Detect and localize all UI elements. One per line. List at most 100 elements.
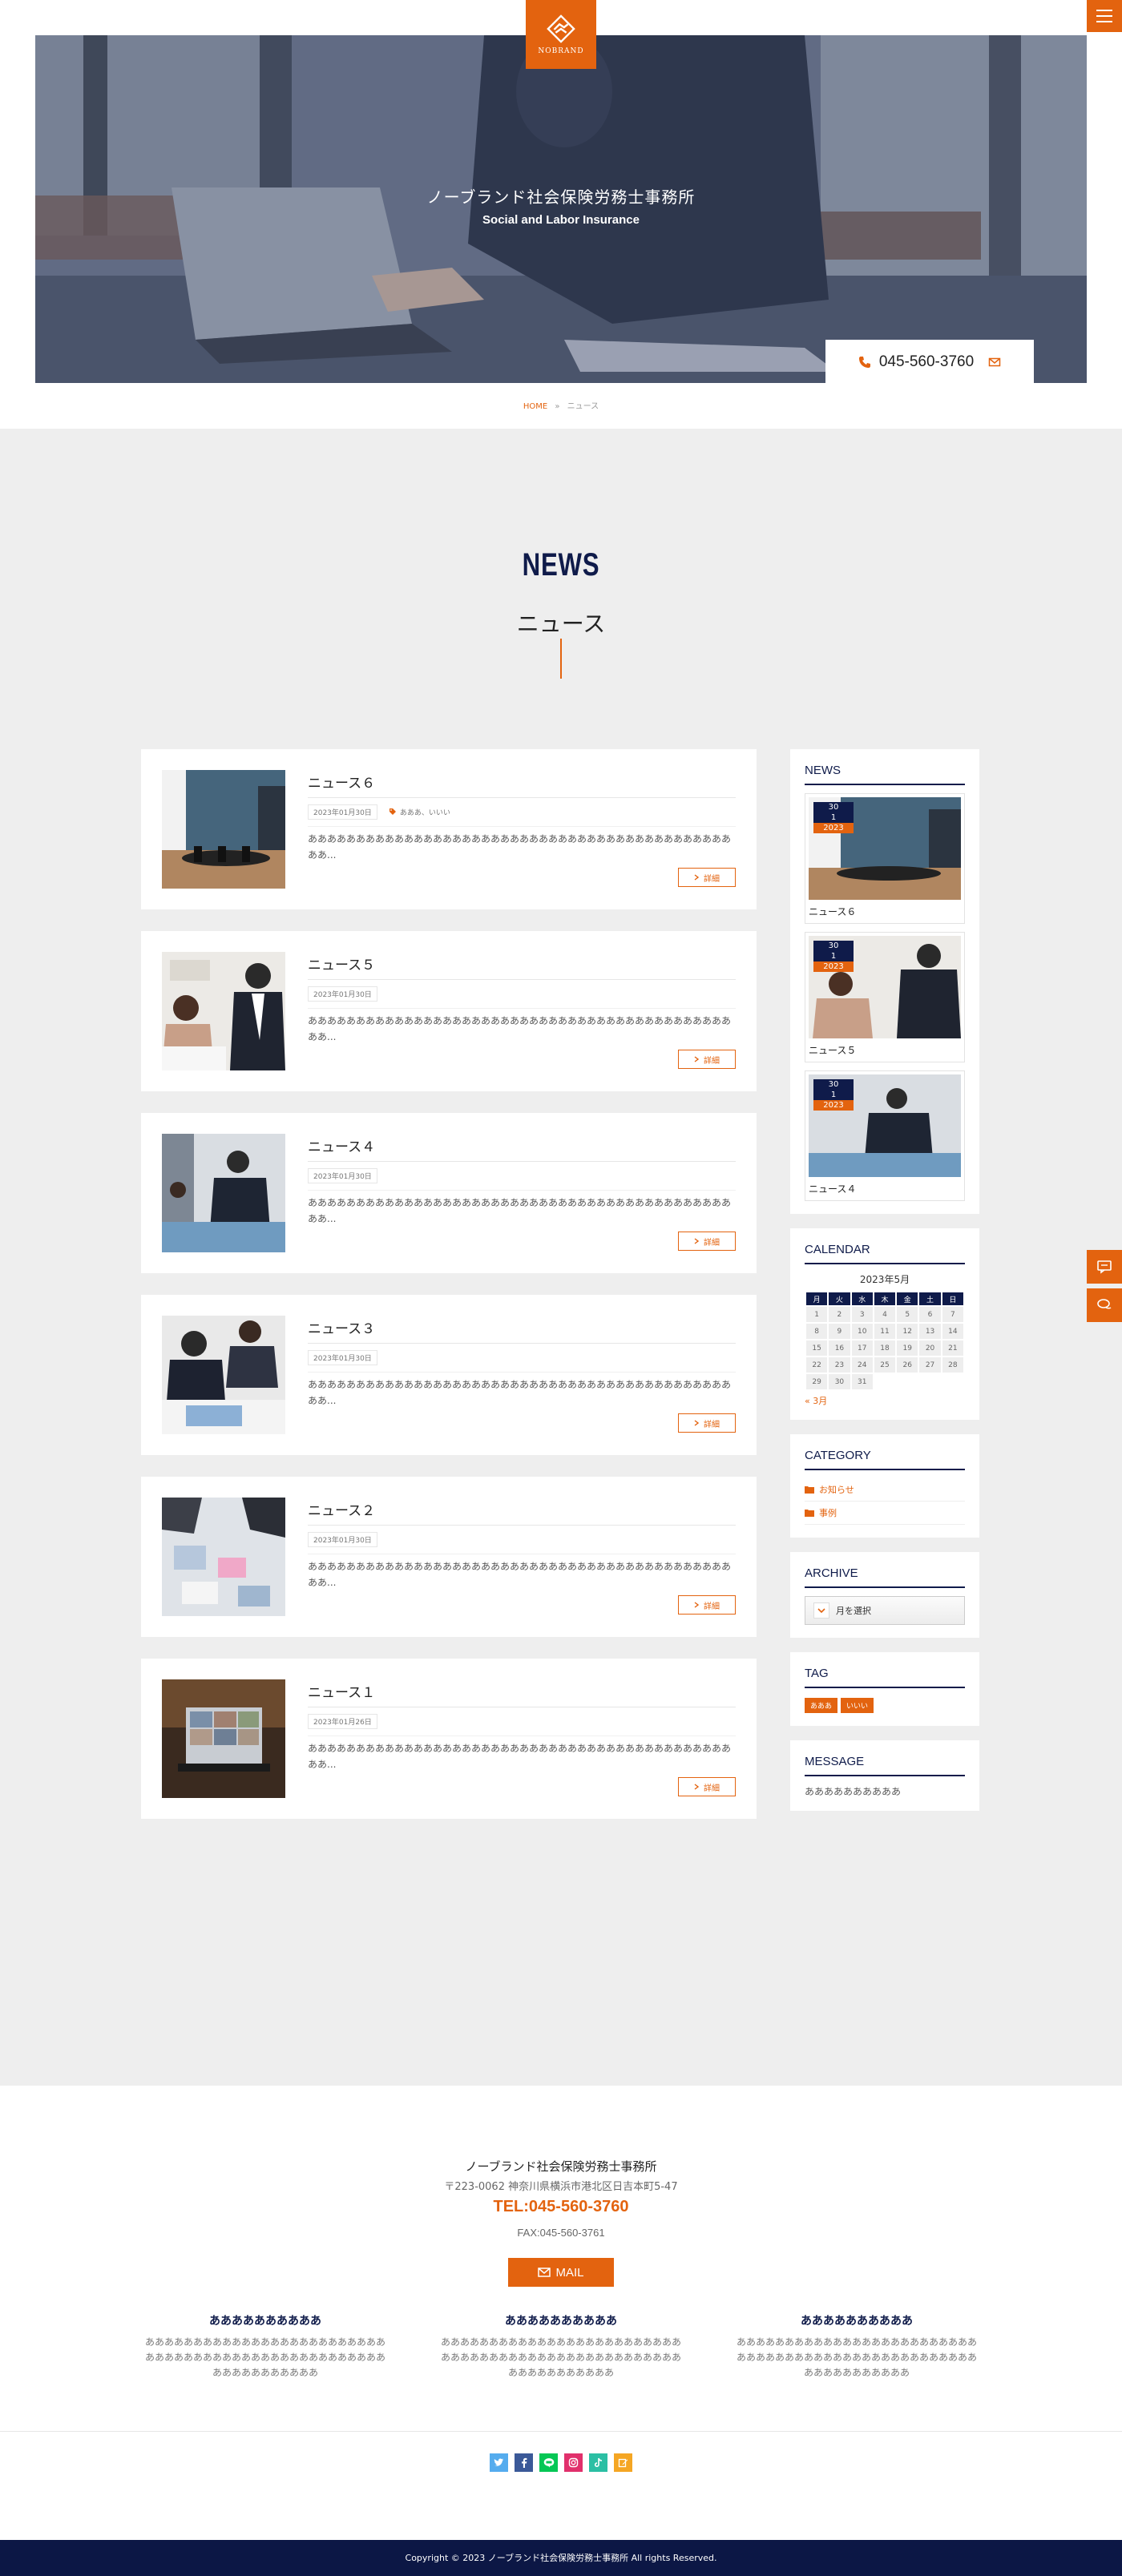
chevron-right-icon — [694, 1420, 699, 1426]
site-logo[interactable]: NOBRAND — [526, 0, 596, 69]
note-icon[interactable] — [614, 2453, 632, 2472]
calendar-table: 月火水木金土日 1 2 3 4 5 6 7 8 9 10 11 12 13 14 15 16 17 18 19 20 2… — [804, 1291, 966, 1391]
post-thumbnail[interactable] — [162, 1134, 285, 1252]
tiktok-icon[interactable] — [589, 2453, 607, 2472]
calendar-day: 1 — [804, 1305, 829, 1324]
hero-office-image — [35, 35, 1087, 383]
post-thumbnail[interactable] — [162, 1316, 285, 1434]
comment-icon — [1097, 1299, 1112, 1309]
widget-title: CALENDAR — [805, 1243, 965, 1264]
hero-subtitle: Social and Labor Insurance — [482, 213, 640, 227]
post-title-link[interactable]: ニュース２ — [308, 1499, 375, 1519]
post-more-button[interactable]: 詳細 — [678, 1777, 736, 1796]
post-more-button[interactable]: 詳細 — [678, 868, 736, 887]
floating-comment-button[interactable] — [1087, 1288, 1122, 1322]
post-thumbnail[interactable] — [162, 952, 285, 1070]
post-tag-label: あああ、いいい — [399, 808, 450, 817]
widget-title: CATEGORY — [805, 1449, 965, 1470]
calendar-day: 10 — [850, 1322, 874, 1340]
footer-column: ああああああああああ あああああああああああああああああああああああああああああ… — [733, 2312, 981, 2380]
calendar-day: 20 — [918, 1339, 942, 1357]
tag-chip[interactable]: あああ — [805, 1698, 838, 1713]
post-title-link[interactable]: ニュース１ — [308, 1681, 375, 1701]
post-title-link[interactable]: ニュース５ — [308, 953, 375, 974]
footer-column-text: ああああああああああああああああああああああああああああああああああああああああ… — [440, 2336, 681, 2378]
calendar-day: 22 — [804, 1356, 829, 1374]
chevron-right-icon — [694, 874, 699, 881]
footer-fax: FAX:045-560-3761 — [517, 2227, 605, 2239]
calendar-day: 17 — [850, 1339, 874, 1357]
category-link[interactable]: お知らせ — [805, 1478, 965, 1502]
breadcrumb-home-link[interactable]: HOME — [523, 402, 547, 411]
discussion-image — [162, 1316, 285, 1434]
post-thumbnail[interactable] — [162, 1679, 285, 1798]
calendar-day: 21 — [940, 1339, 966, 1357]
calendar-weekday: 木 — [872, 1291, 898, 1307]
calendar-day: 9 — [827, 1322, 852, 1340]
post-title-link[interactable]: ニュース４ — [308, 1135, 375, 1155]
sidebar-news-item[interactable]: 30 1 2023 ニュース６ — [805, 793, 965, 924]
footer-mail-button[interactable]: MAIL — [508, 2258, 614, 2287]
calendar-day: 31 — [850, 1373, 874, 1391]
sidebar-news-title: ニュース６ — [809, 906, 857, 917]
calendar-day: 3 — [850, 1305, 874, 1324]
post-tag-link[interactable]: あああ、いいい — [389, 807, 450, 817]
chevron-right-icon — [694, 1784, 699, 1790]
news-section: NEWS ニュース ニュース６ 2023年01月30日 あああ、いいい ああああ… — [0, 429, 1122, 2086]
folder-icon — [805, 1510, 814, 1517]
twitter-icon[interactable] — [490, 2453, 508, 2472]
calendar-day: 11 — [872, 1322, 898, 1340]
facebook-icon[interactable] — [515, 2453, 533, 2472]
tag-chip[interactable]: いいい — [841, 1698, 874, 1713]
sidebar-news-title: ニュース４ — [809, 1183, 857, 1195]
post-date: 2023年01月30日 — [308, 1531, 377, 1547]
tag-widget: TAG あああ いいい — [790, 1652, 979, 1726]
hero-title: ノーブランド社会保険労務士事務所 — [426, 187, 696, 207]
chevron-right-icon — [694, 1056, 699, 1062]
instagram-icon[interactable] — [564, 2453, 583, 2472]
post-thumbnail[interactable] — [162, 1498, 285, 1616]
social-links — [0, 2432, 1122, 2540]
widget-title: MESSAGE — [805, 1755, 965, 1776]
header-mail-link[interactable] — [988, 356, 1001, 369]
breadcrumb-separator: » — [555, 402, 560, 411]
calendar-day: 8 — [804, 1322, 829, 1340]
post-more-button[interactable]: 詳細 — [678, 1413, 736, 1433]
post-excerpt: ああああああああああああああああああああああああああああああああああああああああ… — [308, 1379, 732, 1406]
section-title-divider — [560, 639, 562, 679]
calendar-prev-month-link[interactable]: « 3月 — [805, 1394, 827, 1407]
header-contact-box: 045-560-3760 — [825, 340, 1034, 385]
archive-month-select[interactable]: 月を選択 — [805, 1596, 965, 1625]
header-tel-link[interactable]: 045-560-3760 — [879, 353, 974, 371]
sidebar-news-date: 30 1 2023 — [813, 802, 854, 833]
calendar-day: 29 — [804, 1373, 829, 1391]
documents-table-image — [162, 1498, 285, 1616]
floating-chat-button[interactable] — [1087, 1250, 1122, 1284]
chevron-right-icon — [694, 1602, 699, 1608]
post-title-link[interactable]: ニュース３ — [308, 1317, 375, 1337]
tag-icon — [389, 808, 396, 815]
sidebar-news-item[interactable]: 30 1 2023 ニュース５ — [805, 932, 965, 1062]
section-title-en: NEWS — [522, 547, 600, 583]
footer-column-title: ああああああああああ — [801, 2315, 913, 2328]
calendar-day: 30 — [827, 1373, 852, 1391]
calendar-day: 13 — [918, 1322, 942, 1340]
post-card: ニュース６ 2023年01月30日 あああ、いいい ああああああああああああああ… — [141, 749, 757, 909]
handshake-logo-icon — [547, 14, 575, 43]
chevron-right-icon — [694, 1238, 699, 1244]
post-more-button[interactable]: 詳細 — [678, 1595, 736, 1615]
calendar-day: 18 — [872, 1339, 898, 1357]
footer-tel-link[interactable]: TEL:045-560-3760 — [0, 2198, 1122, 2216]
hero-banner: ノーブランド社会保険労務士事務所 Social and Labor Insura… — [35, 35, 1087, 383]
phone-icon — [858, 357, 870, 368]
post-more-button[interactable]: 詳細 — [678, 1232, 736, 1251]
sidebar-news-item[interactable]: 30 1 2023 ニュース４ — [805, 1070, 965, 1201]
post-thumbnail[interactable] — [162, 770, 285, 889]
line-icon[interactable] — [539, 2453, 558, 2472]
post-date: 2023年01月30日 — [308, 1167, 377, 1183]
post-title-link[interactable]: ニュース６ — [308, 772, 375, 792]
post-more-button[interactable]: 詳細 — [678, 1050, 736, 1069]
calendar-day: 26 — [895, 1356, 920, 1374]
category-link[interactable]: 事例 — [805, 1502, 965, 1525]
hamburger-menu-button[interactable] — [1087, 0, 1122, 32]
